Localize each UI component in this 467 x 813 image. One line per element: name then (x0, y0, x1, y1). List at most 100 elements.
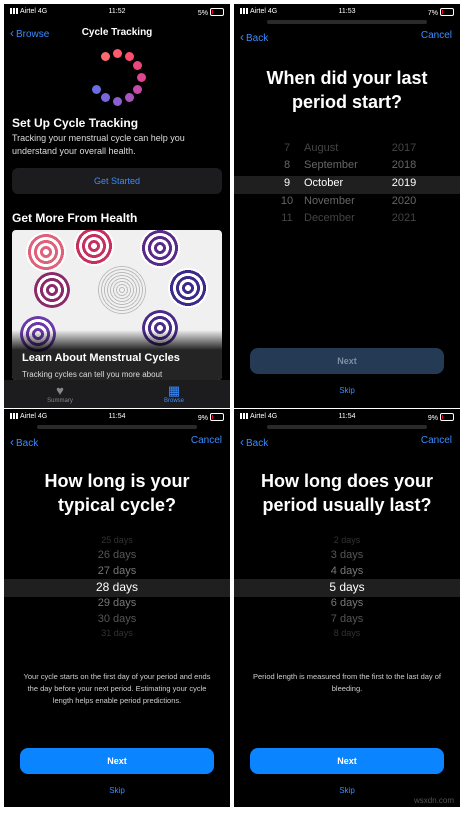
screen-period-length: Airtel 4G 11:54 9% ‹ Back Cancel How long… (234, 409, 460, 807)
spinner-dot (91, 84, 101, 94)
skip-button[interactable]: Skip (4, 786, 230, 795)
date-picker[interactable]: 7 8 9 10 11 August September October Nov… (234, 134, 460, 224)
skip-button[interactable]: Skip (234, 786, 460, 795)
picker-year: 2020 (391, 195, 417, 207)
decorative-ring (34, 272, 70, 308)
spinner-dot (136, 72, 146, 82)
battery-status: 9% (198, 413, 224, 422)
question-line-2: period usually last? (262, 495, 432, 515)
chevron-left-icon: ‹ (240, 435, 244, 449)
battery-icon (210, 413, 224, 421)
skip-button[interactable]: Skip (234, 386, 460, 395)
picker-year: 2017 (391, 142, 417, 154)
back-button[interactable]: ‹ Back (10, 435, 38, 449)
menstrual-cycles-card[interactable]: Learn About Menstrual Cycles Tracking cy… (12, 230, 222, 380)
spinner-dot (124, 93, 134, 103)
chevron-left-icon: ‹ (10, 435, 14, 449)
spinner-dot (124, 51, 134, 61)
picker-option: 6 days (330, 597, 364, 609)
battery-status: 5% (198, 8, 224, 17)
cycle-tracking-icon (88, 48, 146, 106)
get-started-button[interactable]: Get Started (12, 168, 222, 194)
tab-bar: ♥ Summary ▦ Browse (4, 380, 230, 408)
back-button[interactable]: ‹ Back (240, 435, 268, 449)
grid-icon: ▦ (167, 383, 181, 398)
picker-option-selected: 5 days (329, 580, 365, 594)
card-subtitle: Tracking cycles can tell you more about (22, 370, 163, 379)
setup-description: Tracking your menstrual cycle can help y… (12, 133, 185, 156)
picker-option: 26 days (97, 549, 137, 561)
picker-month: November (304, 195, 355, 207)
sheet-grabber (267, 425, 427, 429)
picker-year: 2021 (391, 212, 417, 224)
cancel-button[interactable]: Cancel (421, 30, 452, 41)
nav-bar: ‹ Browse Cycle Tracking (4, 22, 230, 42)
back-button[interactable]: ‹ Back (240, 30, 268, 44)
chevron-left-icon: ‹ (240, 30, 244, 44)
decorative-ring (26, 232, 66, 272)
question-line-1: How long is your (44, 471, 190, 491)
card-title: Learn About Menstrual Cycles (22, 352, 180, 364)
question-line-1: When did your last (266, 68, 428, 88)
picker-year: 2018 (391, 159, 417, 171)
nav-bar: ‹ Back Cancel (234, 431, 460, 451)
picker-option: 4 days (330, 565, 364, 577)
clock: 11:52 (108, 8, 126, 15)
picker-option: 31 days (101, 628, 133, 638)
cycle-explanation: Your cycle starts on the first day of yo… (23, 672, 211, 705)
status-bar: Airtel 4G 11:53 7% (234, 4, 460, 20)
next-button[interactable]: Next (250, 348, 444, 374)
status-bar: Airtel 4G 11:54 9% (4, 409, 230, 425)
spinner-dot (112, 48, 122, 58)
picker-day: 8 (283, 159, 291, 171)
spinner-dot (112, 96, 122, 106)
battery-status: 7% (428, 8, 454, 17)
picker-month: September (304, 159, 358, 171)
tab-browse[interactable]: ▦ Browse (144, 383, 204, 405)
next-button[interactable]: Next (20, 748, 214, 774)
picker-option: 29 days (97, 597, 137, 609)
tab-browse-label: Browse (163, 398, 184, 404)
period-explanation: Period length is measured from the first… (252, 672, 441, 693)
picker-month-selected: October (304, 177, 344, 189)
sheet-grabber (37, 425, 197, 429)
question-heading: How long is your typical cycle? (4, 469, 230, 517)
picker-option: 7 days (330, 613, 364, 625)
clock: 11:54 (338, 413, 356, 420)
battery-icon (440, 8, 454, 16)
spinner-dot (100, 93, 110, 103)
cancel-button[interactable]: Cancel (191, 435, 222, 446)
nav-bar: ‹ Back Cancel (4, 431, 230, 451)
spinner-dot (100, 51, 110, 61)
cancel-button[interactable]: Cancel (421, 435, 452, 446)
screen-period-start: Airtel 4G 11:53 7% ‹ Back Cancel When did… (234, 4, 460, 408)
status-bar: Airtel 4G 11:54 9% (234, 409, 460, 425)
sheet-grabber (267, 20, 427, 24)
watermark: wsxdn.com (413, 796, 454, 805)
question-line-1: How long does your (260, 471, 433, 491)
spinner-dot (133, 84, 143, 94)
clock: 11:54 (108, 413, 126, 420)
decorative-ring (98, 266, 146, 314)
more-heading: Get More From Health (12, 211, 138, 225)
nav-bar: ‹ Back Cancel (234, 26, 460, 46)
picker-option: 8 days (333, 628, 361, 638)
screen-cycle-tracking: Airtel 4G 11:52 5% ‹ Browse Cycle Trackin… (4, 4, 230, 408)
picker-year-selected: 2019 (391, 177, 417, 189)
battery-icon (440, 413, 454, 421)
question-line-2: typical cycle? (57, 495, 177, 515)
decorative-ring (168, 268, 208, 308)
picker-option-selected: 28 days (95, 580, 139, 594)
heart-icon: ♥ (56, 383, 64, 398)
picker-day: 11 (281, 212, 293, 224)
tab-summary[interactable]: ♥ Summary (30, 383, 90, 405)
cycle-length-picker[interactable]: 25 days 26 days 27 days 28 days 29 days … (4, 535, 230, 645)
period-length-picker[interactable]: 2 days 3 days 4 days 5 days 6 days 7 day… (234, 535, 460, 645)
question-heading: How long does your period usually last? (234, 469, 460, 517)
battery-icon (210, 8, 224, 16)
clock: 11:53 (338, 8, 356, 15)
decorative-ring (74, 230, 114, 266)
status-bar: Airtel 4G 11:52 5% (4, 4, 230, 20)
picker-option: 27 days (97, 565, 137, 577)
next-button[interactable]: Next (250, 748, 444, 774)
